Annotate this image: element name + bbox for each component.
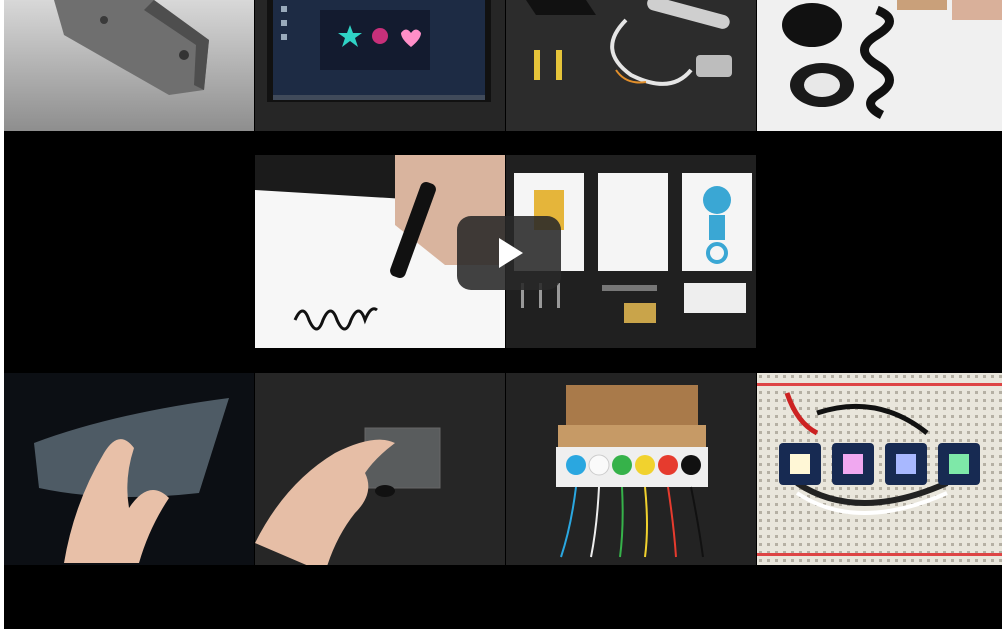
tile-angle-bracket: [4, 0, 254, 131]
plastic-sheet-icon: [4, 373, 254, 565]
video-player[interactable]: [4, 0, 1002, 629]
play-icon: [499, 238, 523, 268]
tile-wire-spool-box: [506, 373, 756, 565]
metal-bracket-icon: [4, 0, 254, 131]
glass-slide-icon: [255, 373, 505, 565]
player-bottom-area: [4, 565, 1002, 629]
breadboard-icon: [757, 373, 1002, 565]
tile-flexible-film: [4, 373, 254, 565]
tile-sensor-and-switches: [506, 0, 756, 131]
tile-raspberry-pi-display: [255, 0, 505, 131]
tile-conductive-paint: [757, 0, 1002, 131]
cable-icon: [506, 0, 756, 131]
wire-box-icon: [506, 373, 756, 565]
play-button[interactable]: [457, 216, 561, 290]
tile-glass-slide: [255, 373, 505, 565]
monitor-icon: [255, 0, 505, 131]
tile-led-breadboard: [757, 373, 1002, 565]
paint-jar-icon: [757, 0, 1002, 131]
